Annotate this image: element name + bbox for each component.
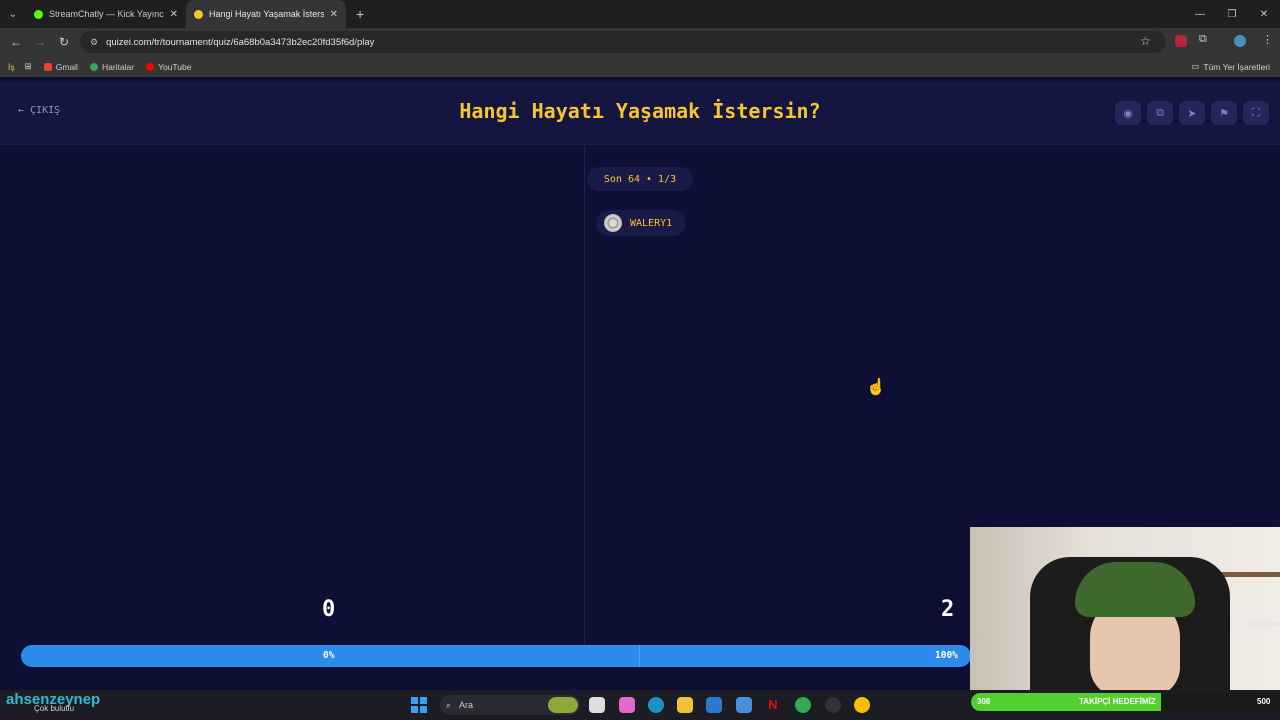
reload-icon[interactable]: ↻: [52, 35, 76, 49]
url-text: quizei.com/tr/tournament/quiz/6a68b0a347…: [106, 36, 375, 48]
bookmark-label: YouTube: [158, 61, 192, 72]
goal-label: TAKİPÇİ HEDEFİMİZ: [1079, 697, 1156, 706]
tab-quiz[interactable]: Hangi Hayatı Yaşamak İstersin? ✕: [186, 0, 346, 28]
browser-toolbar: ← → ↻ ⚙ quizei.com/tr/tournament/quiz/6a…: [0, 28, 1280, 56]
app-icon[interactable]: [825, 697, 841, 713]
right-percent: 100%: [935, 650, 958, 661]
site-info-icon[interactable]: ⚙: [90, 37, 98, 48]
bookmark-star-icon[interactable]: ☆: [1140, 34, 1151, 48]
bookmark-gmail[interactable]: Gmail: [43, 61, 78, 72]
webcam-frog-hat: [1075, 562, 1195, 617]
chrome-icon[interactable]: [854, 697, 870, 713]
left-score: 0: [322, 597, 336, 622]
player-name: WALERY1: [630, 217, 673, 229]
edge-icon[interactable]: [648, 697, 664, 713]
bookmark-label: Gmail: [55, 61, 78, 72]
send-icon[interactable]: ➤: [1179, 101, 1205, 125]
flag-icon[interactable]: ⚑: [1211, 101, 1237, 125]
address-bar[interactable]: ⚙ quizei.com/tr/tournament/quiz/6a68b0a3…: [80, 31, 1166, 53]
tab-streamchatly[interactable]: StreamChatly — Kick Yayıncıları ✕: [26, 0, 186, 28]
maps-icon: [89, 62, 98, 71]
player-avatar: [604, 214, 622, 232]
search-icon: ⌕: [446, 699, 452, 710]
window-controls: — ❐ ✕: [1184, 0, 1280, 28]
player-badge: WALERY1: [596, 210, 686, 236]
tab-search-icon[interactable]: ⌄: [0, 0, 26, 28]
all-bookmarks-folder[interactable]: ▭ Tüm Yer İşaretleri: [1191, 61, 1270, 72]
copilot-icon[interactable]: [619, 697, 635, 713]
search-placeholder: Ara: [459, 700, 474, 710]
left-percent: 0%: [323, 650, 335, 661]
widget-icon[interactable]: [548, 697, 578, 713]
bookmark-youtube[interactable]: YouTube: [146, 62, 191, 72]
weather-text[interactable]: Çok bulutlu: [34, 704, 74, 713]
all-bookmarks-label: Tüm Yer İşaretleri: [1203, 61, 1270, 72]
store-icon[interactable]: [706, 697, 722, 713]
bookmarks-bar: İş ⊞ Gmail Haritalar YouTube ▭ Tüm Yer İ…: [0, 56, 1280, 77]
hand-cursor-icon: ☝: [866, 379, 886, 396]
windows-start-icon[interactable]: [411, 697, 427, 713]
profile-avatar[interactable]: [1234, 35, 1246, 47]
close-tab-icon[interactable]: ✕: [330, 9, 338, 20]
quiz-header: ← ÇIKIŞ Hangi Hayatı Yaşamak İstersin? ◉…: [0, 81, 1280, 145]
restore-icon[interactable]: ❐: [1216, 0, 1248, 28]
round-badge: Son 64 • 1/3: [587, 167, 693, 191]
folder-icon: ▭: [1191, 61, 1200, 71]
gmail-icon: [43, 62, 52, 71]
browser-tab-bar: ⌄ StreamChatly — Kick Yayıncıları ✕ Hang…: [0, 0, 1280, 28]
bookmark-maps[interactable]: Haritalar: [89, 61, 135, 72]
extensions-puzzle-icon[interactable]: ⧉: [1199, 33, 1207, 46]
netflix-icon[interactable]: N: [765, 697, 781, 713]
webcam-overlay: [970, 527, 1280, 690]
back-arrow-icon[interactable]: ←: [4, 35, 28, 49]
task-view-icon[interactable]: [589, 697, 605, 713]
workspace-icon[interactable]: İş: [8, 62, 15, 72]
minimize-icon[interactable]: —: [1184, 0, 1216, 28]
close-window-icon[interactable]: ✕: [1248, 0, 1280, 28]
eye-icon[interactable]: ◉: [1115, 101, 1141, 125]
app-icon[interactable]: [736, 697, 752, 713]
quiz-favicon-icon: [194, 9, 203, 19]
close-tab-icon[interactable]: ✕: [170, 9, 178, 20]
bar-midline: [639, 645, 640, 667]
new-tab-button[interactable]: +: [346, 6, 374, 22]
center-divider: [584, 146, 585, 646]
file-explorer-icon[interactable]: [677, 697, 693, 713]
goal-target: 500: [1257, 697, 1271, 706]
follower-goal-bar: 308 TAKİPÇİ HEDEFİMİZ 500: [971, 693, 1280, 711]
youtube-icon: [146, 62, 155, 71]
forward-arrow-icon[interactable]: →: [28, 35, 52, 49]
right-score: 2: [941, 597, 955, 622]
tab-label: StreamChatly — Kick Yayıncıları: [49, 9, 164, 19]
bookmark-label: Haritalar: [101, 61, 135, 72]
page-title: Hangi Hayatı Yaşamak İstersin?: [459, 99, 821, 123]
goal-current: 308: [977, 697, 991, 706]
fullscreen-icon[interactable]: ⛶: [1243, 101, 1269, 125]
apps-grid-icon[interactable]: ⊞: [25, 61, 32, 72]
extension-icon[interactable]: [1175, 35, 1187, 47]
chrome-icon[interactable]: [795, 697, 811, 713]
browser-menu-icon[interactable]: ⋮: [1262, 33, 1273, 46]
streamchatly-favicon-icon: [34, 9, 43, 19]
link-icon[interactable]: ⧉: [1147, 101, 1173, 125]
tab-label: Hangi Hayatı Yaşamak İstersin?: [209, 9, 324, 19]
vote-progress-bar: 0% 100%: [21, 645, 971, 667]
